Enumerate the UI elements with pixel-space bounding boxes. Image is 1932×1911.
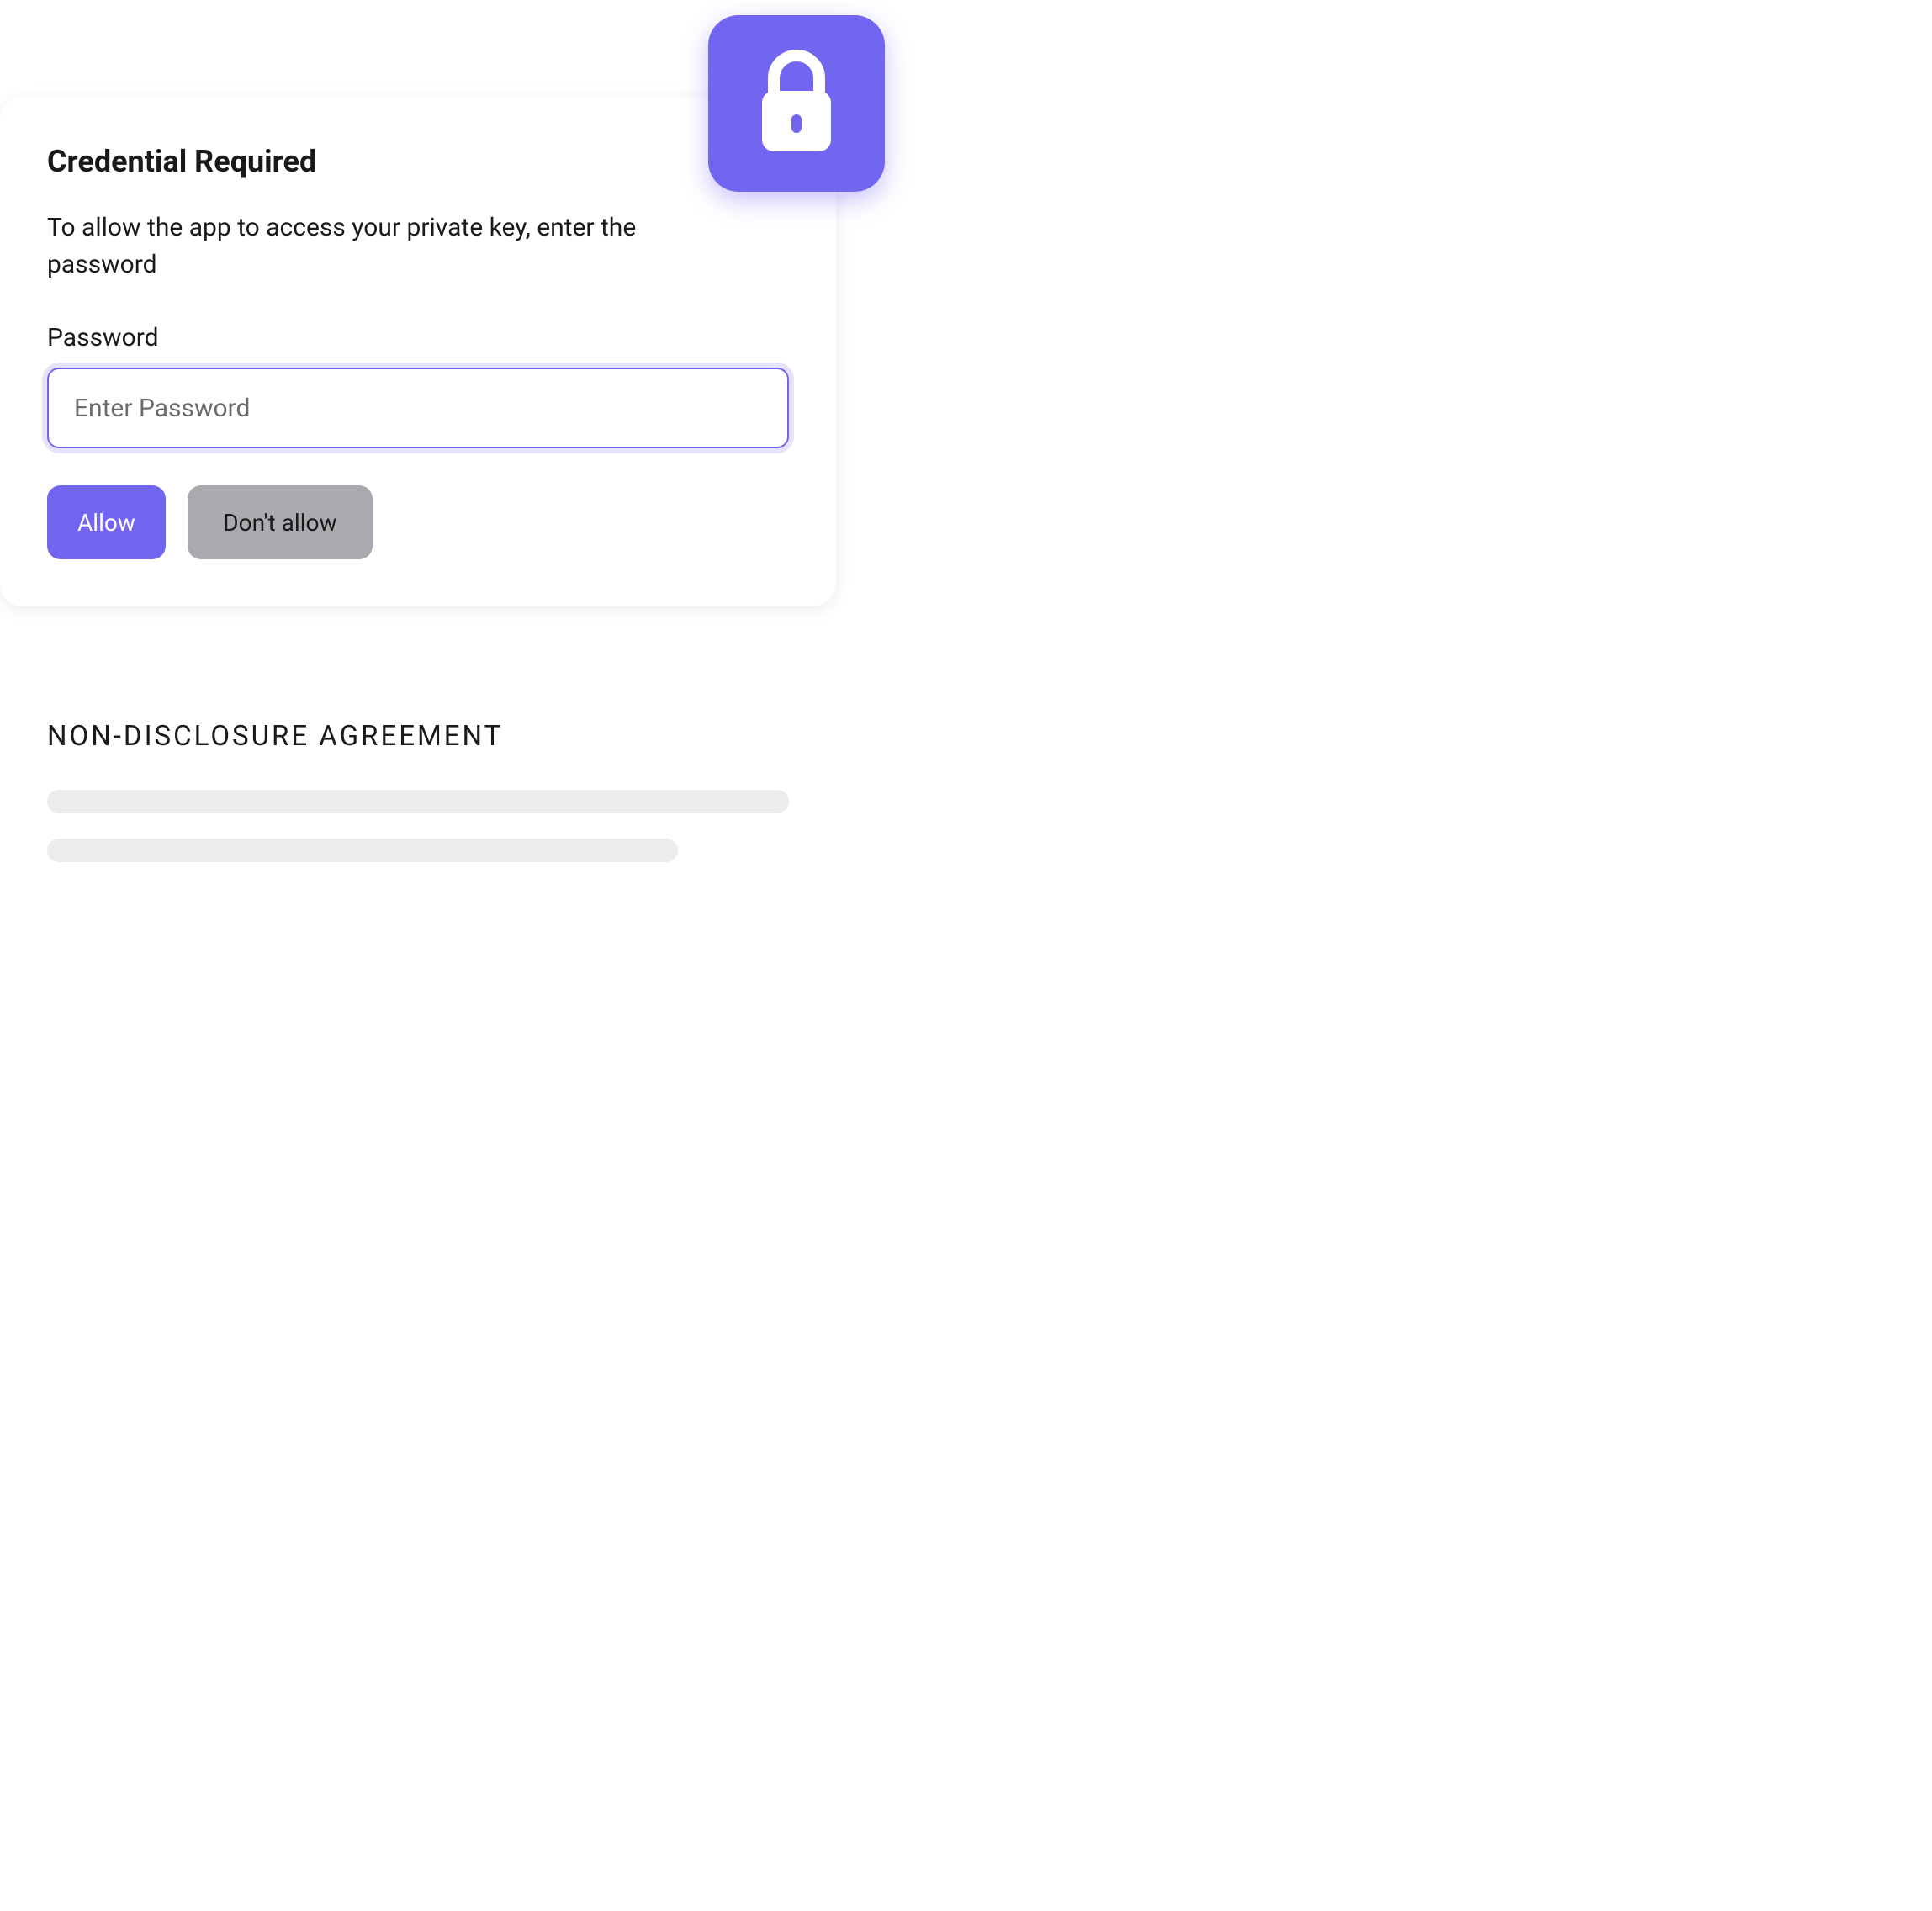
- lock-icon: [750, 49, 843, 158]
- document-title: NON-DISCLOSURE AGREEMENT: [47, 720, 789, 753]
- password-input[interactable]: [47, 368, 789, 448]
- dialog-description: To allow the app to access your private …: [47, 209, 737, 283]
- password-label: Password: [47, 323, 789, 352]
- document-placeholder-line: [47, 790, 789, 813]
- dialog-title: Credential Required: [47, 144, 789, 179]
- dont-allow-button[interactable]: Don't allow: [188, 485, 373, 559]
- allow-button[interactable]: Allow: [47, 485, 166, 559]
- dialog-actions: Allow Don't allow: [47, 485, 789, 559]
- document-card: NON-DISCLOSURE AGREEMENT: [0, 673, 836, 934]
- document-placeholder-line: [47, 839, 678, 862]
- lock-badge: [708, 15, 885, 192]
